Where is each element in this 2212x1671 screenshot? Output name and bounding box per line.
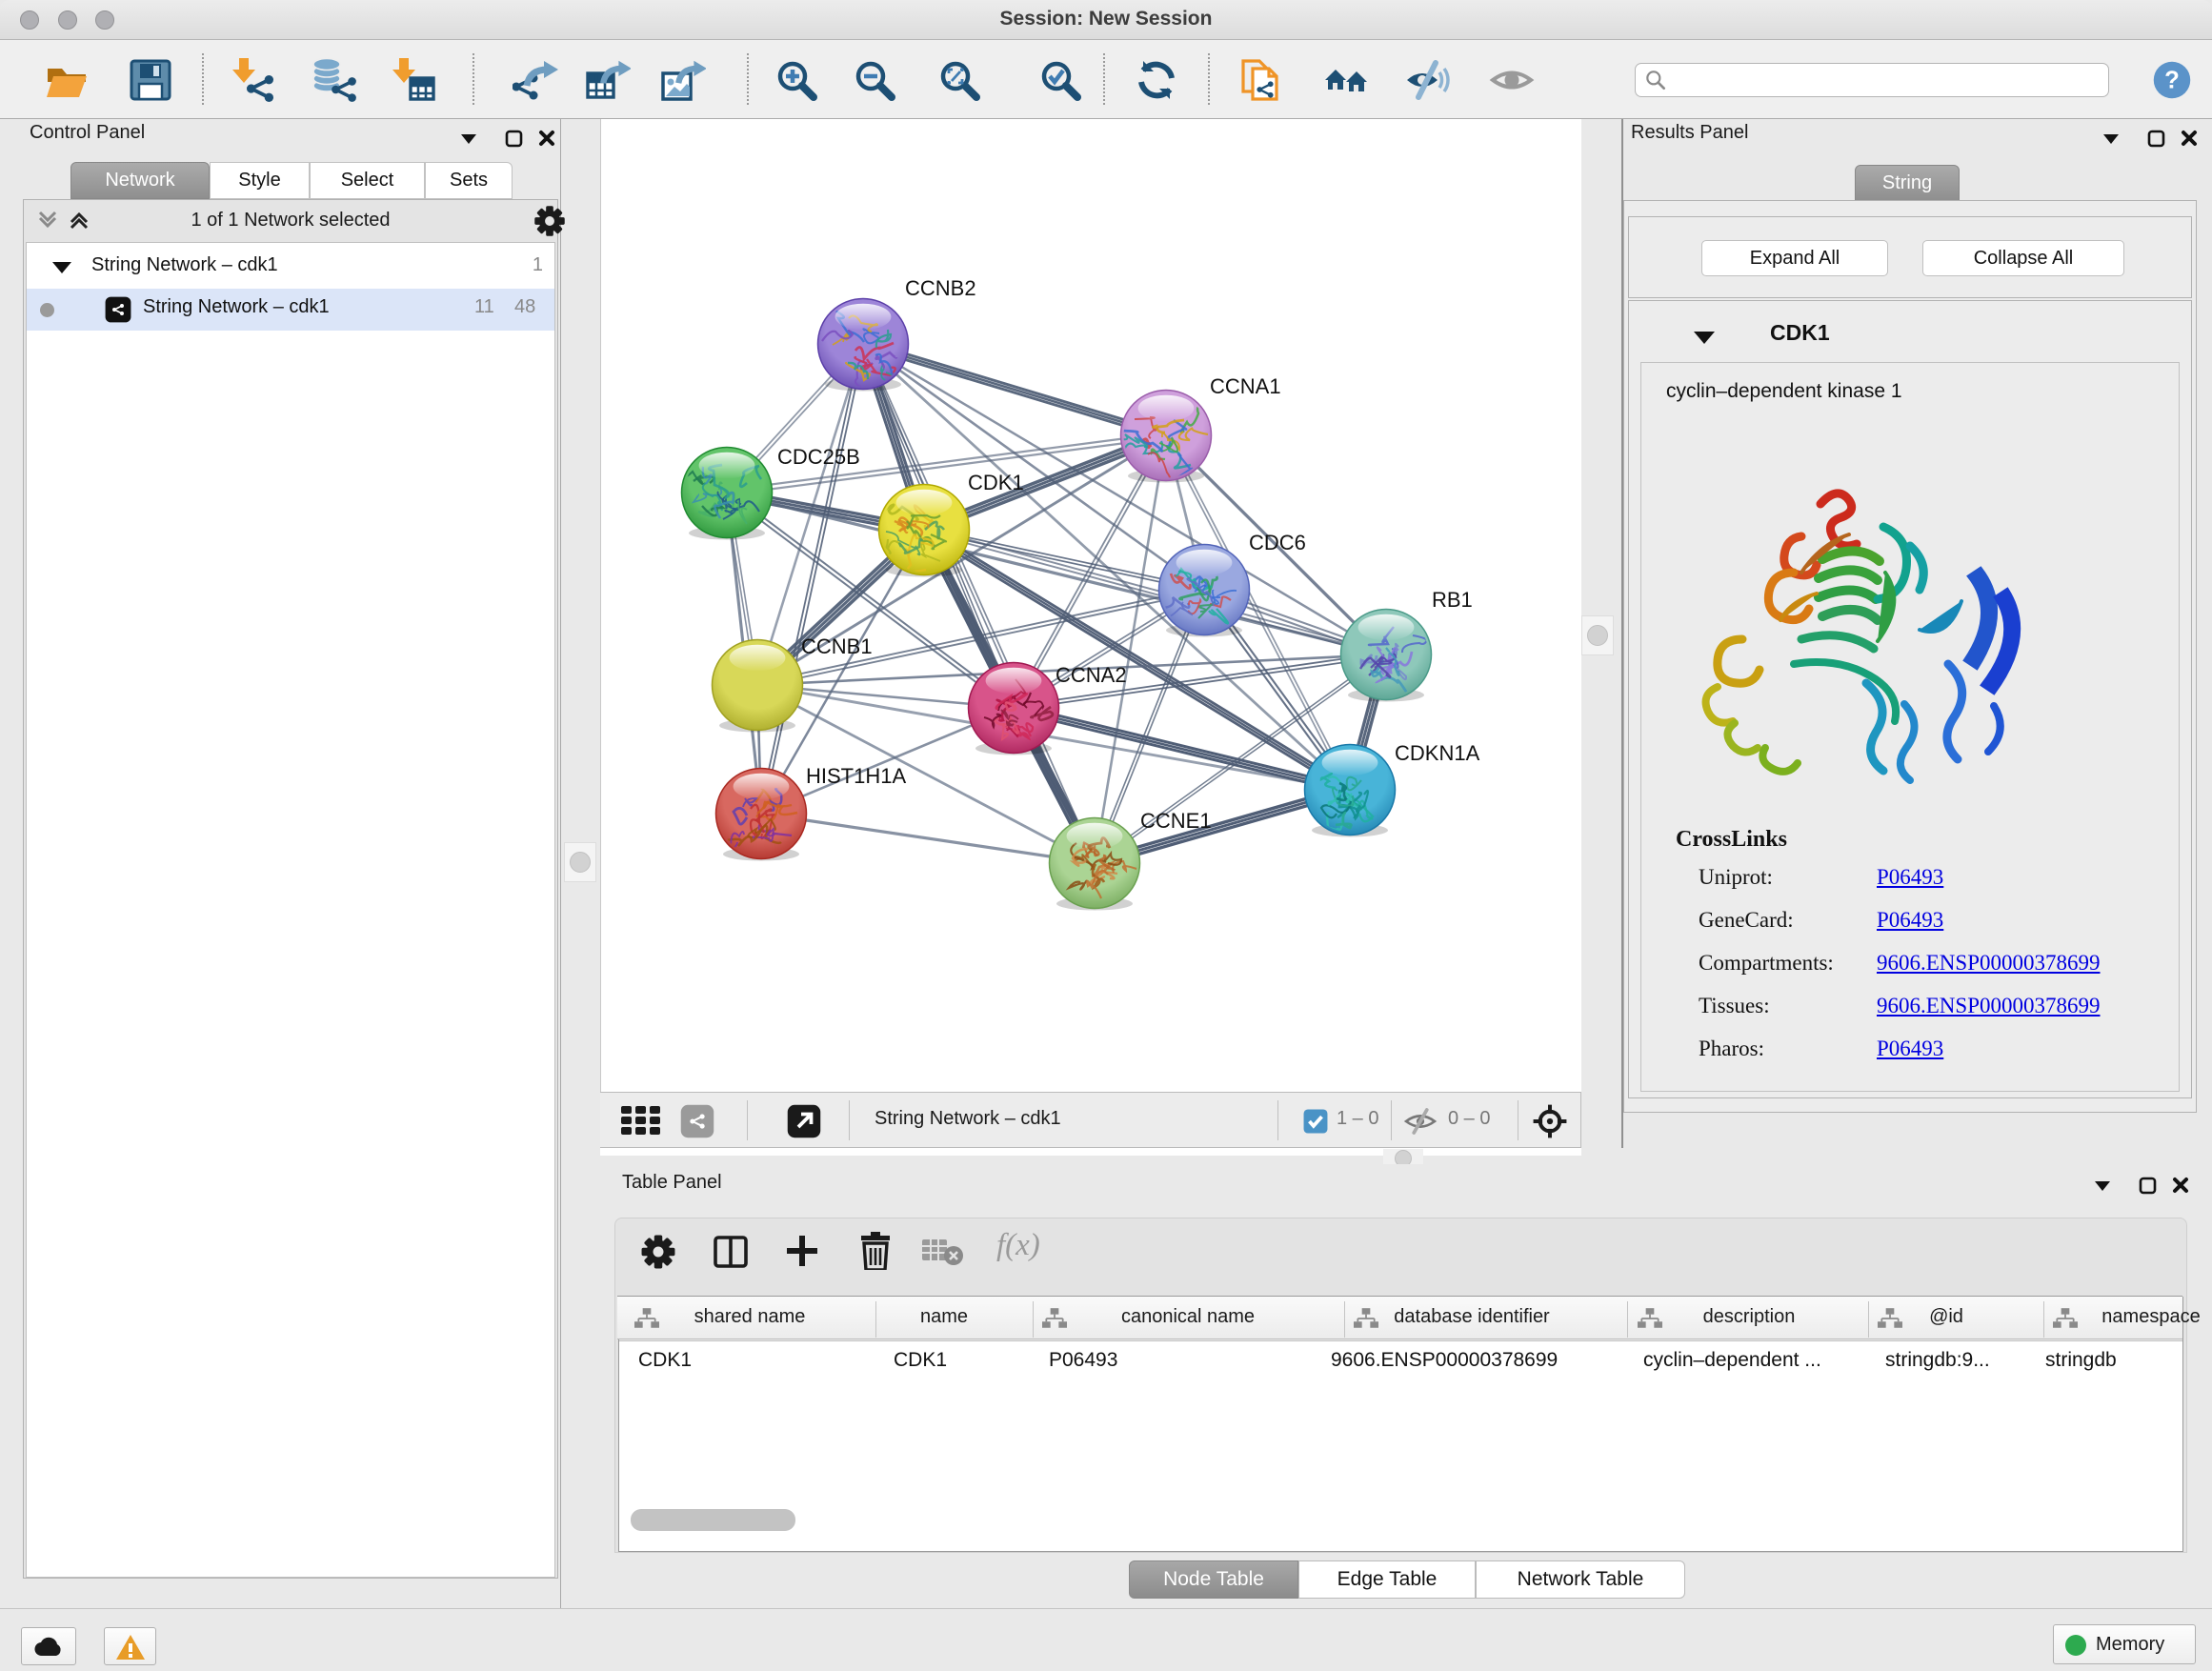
svg-text:CCNB2: CCNB2 [905, 276, 976, 300]
svg-text:CDKN1A: CDKN1A [1395, 741, 1480, 765]
svg-text:CDC6: CDC6 [1249, 531, 1306, 554]
svg-text:CDK1: CDK1 [968, 471, 1024, 494]
svg-text:CDC25B: CDC25B [777, 445, 860, 469]
svg-text:?: ? [2164, 67, 2180, 93]
svg-text:CCNB1: CCNB1 [801, 634, 873, 658]
svg-text:HIST1H1A: HIST1H1A [806, 764, 906, 788]
svg-text:CCNA2: CCNA2 [1056, 663, 1127, 687]
svg-text:RB1: RB1 [1432, 588, 1473, 612]
svg-text:CCNA1: CCNA1 [1210, 374, 1281, 398]
svg-text:CCNE1: CCNE1 [1140, 809, 1212, 833]
